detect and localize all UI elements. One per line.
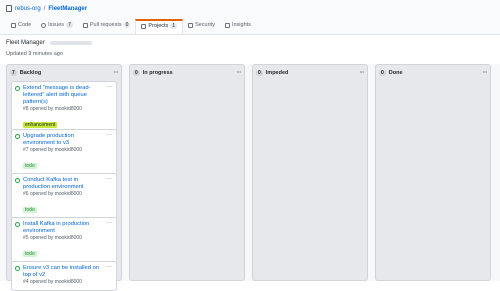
tab-projects-counter: 1: [170, 23, 178, 29]
label-todo[interactable]: todo: [23, 251, 37, 257]
tab-pull-requests-label: Pull requests: [89, 22, 122, 28]
project-card[interactable]: ··· Ensure v3 can be installed on top of…: [11, 261, 117, 291]
graph-icon: [224, 22, 230, 28]
column-count: 0: [379, 70, 386, 76]
project-board: 7 Backlog ··· ··· Extend "message is dea…: [0, 64, 500, 291]
tab-code[interactable]: Code: [6, 19, 36, 34]
project-card[interactable]: ··· Extend "message is dead-lettered" al…: [11, 81, 117, 135]
project-card[interactable]: ··· Upgrade production environment to v3…: [11, 129, 117, 176]
kebab-horizontal-icon[interactable]: ···: [106, 220, 112, 226]
repo-tabs: Code Issues 7 Pull requests 0 Projects 1…: [6, 19, 256, 34]
repo-icon: [6, 5, 12, 12]
column-name: In progress: [142, 70, 173, 76]
repo-header: rebus-org / FleetManager Code Issues 7 P…: [0, 0, 500, 35]
column-header: 0 Done ···: [379, 68, 487, 78]
tab-projects[interactable]: Projects 1: [135, 19, 184, 34]
issue-opened-icon: [15, 222, 20, 227]
column-impeded: 0 Impeded ···: [252, 64, 368, 281]
kebab-horizontal-icon[interactable]: ···: [114, 70, 119, 76]
kebab-horizontal-icon[interactable]: ···: [483, 70, 488, 76]
breadcrumb: rebus-org / FleetManager: [6, 5, 87, 12]
column-name: Impeded: [265, 70, 289, 76]
shield-icon: [188, 22, 194, 28]
git-pull-request-icon: [82, 22, 88, 28]
card-title[interactable]: Install Kafka in production environment: [23, 221, 112, 235]
kebab-horizontal-icon[interactable]: ···: [360, 70, 365, 76]
column-header: 0 In progress ···: [133, 68, 241, 78]
card-title[interactable]: Conduct Kafka test in production environ…: [23, 177, 112, 191]
breadcrumb-separator: /: [43, 5, 46, 12]
column-backlog: 7 Backlog ··· ··· Extend "message is dea…: [6, 64, 122, 291]
tab-security[interactable]: Security: [183, 19, 220, 34]
label-enhancement[interactable]: enhancement: [23, 122, 58, 128]
tab-insights[interactable]: Insights: [220, 19, 256, 34]
tab-issues-label: Issues: [48, 22, 65, 28]
issue-opened-icon: [15, 178, 20, 183]
tab-security-label: Security: [195, 22, 215, 28]
kebab-horizontal-icon[interactable]: ···: [237, 70, 242, 76]
card-meta: #4 opened by mookid8000: [23, 279, 82, 285]
column-name: Backlog: [19, 70, 42, 76]
project-title: Fleet Manager: [6, 40, 45, 46]
column-header: 7 Backlog ···: [10, 68, 118, 78]
tab-insights-label: Insights: [231, 22, 251, 28]
project-updated: Updated 9 minutes ago: [6, 51, 63, 57]
card-title[interactable]: Upgrade production environment to v3: [23, 133, 112, 147]
kebab-horizontal-icon[interactable]: ···: [106, 264, 112, 270]
issue-opened-icon: [15, 266, 20, 271]
code-icon: [11, 22, 16, 28]
card-meta: #6 opened by mookid8000: [23, 191, 82, 197]
tab-issues[interactable]: Issues 7: [36, 19, 78, 34]
issue-opened-icon: [15, 134, 20, 139]
column-done: 0 Done ···: [375, 64, 491, 281]
tab-pull-requests[interactable]: Pull requests 0: [78, 19, 136, 34]
column-count: 7: [10, 70, 17, 76]
breadcrumb-repo[interactable]: FleetManager: [48, 6, 87, 12]
issue-opened-icon: [15, 86, 20, 91]
project-description-placeholder: [49, 41, 92, 45]
tab-pull-requests-counter: 0: [123, 22, 131, 28]
column-count: 0: [256, 70, 263, 76]
card-title[interactable]: Ensure v3 can be installed on top of v2: [23, 265, 112, 279]
column-header: 0 Impeded ···: [256, 68, 364, 78]
tab-issues-counter: 7: [66, 22, 73, 28]
project-card[interactable]: ··· Install Kafka in production environm…: [11, 217, 117, 264]
kebab-horizontal-icon[interactable]: ···: [106, 132, 112, 138]
card-title[interactable]: Extend "message is dead-lettered" alert …: [23, 85, 112, 106]
label-todo[interactable]: todo: [23, 207, 37, 213]
card-meta: #7 opened by mookid8000: [23, 147, 82, 153]
kebab-horizontal-icon[interactable]: ···: [106, 176, 112, 182]
column-in-progress: 0 In progress ···: [129, 64, 245, 281]
card-meta: #8 opened by mookid8000: [23, 106, 82, 112]
project-title-row: Fleet Manager: [6, 40, 92, 46]
kebab-horizontal-icon[interactable]: ···: [106, 84, 112, 90]
tab-code-label: Code: [18, 22, 32, 28]
tab-projects-label: Projects: [148, 23, 169, 29]
card-meta: #5 opened by mookid8000: [23, 235, 82, 241]
project-icon: [141, 23, 147, 29]
breadcrumb-owner[interactable]: rebus-org: [15, 6, 41, 12]
issue-opened-icon: [41, 22, 47, 28]
column-count: 0: [133, 70, 140, 76]
label-todo[interactable]: todo: [23, 163, 37, 169]
column-name: Done: [388, 70, 403, 76]
project-card[interactable]: ··· Conduct Kafka test in production env…: [11, 173, 117, 220]
